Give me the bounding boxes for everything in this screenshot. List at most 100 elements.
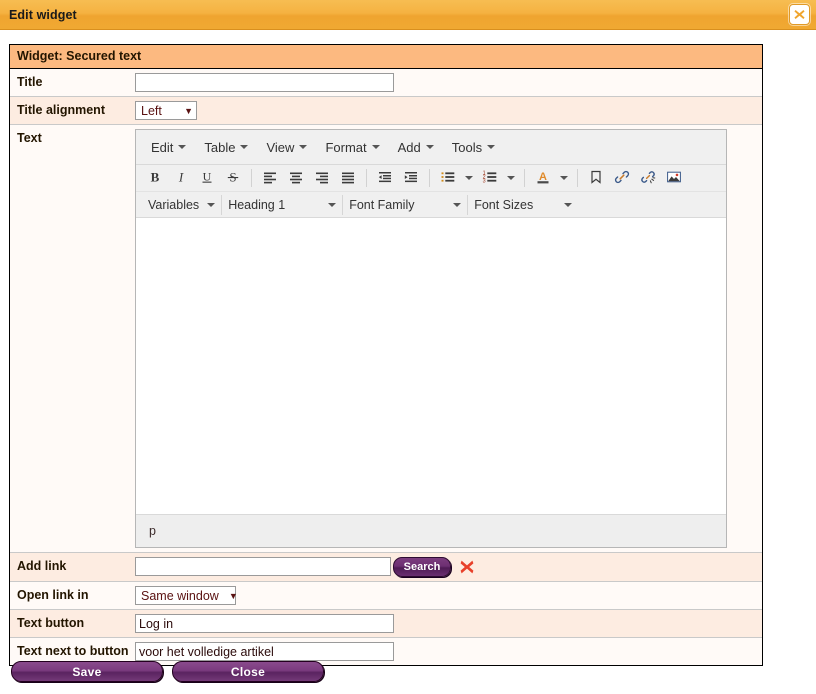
align-right-button[interactable] xyxy=(309,167,335,189)
heading-listbox[interactable]: Heading 1 xyxy=(222,194,342,216)
row-text: Text Edit Table View Format Add Tools B … xyxy=(10,125,762,553)
title-input[interactable] xyxy=(135,73,394,92)
chevron-down-icon: ▼ xyxy=(228,590,238,601)
bold-icon: B xyxy=(147,169,163,188)
row-open-link-in: Open link in Same window ▼ xyxy=(10,582,762,610)
chevron-down-icon xyxy=(371,145,380,149)
open-link-in-value: Same window xyxy=(141,588,219,603)
strikethrough-icon: S xyxy=(225,169,241,188)
align-right-icon xyxy=(314,169,330,188)
menu-view[interactable]: View xyxy=(257,136,316,159)
text-color-button[interactable]: A xyxy=(530,167,556,189)
editor-toolbar-format: B I U S xyxy=(136,165,726,192)
title-alignment-select[interactable]: Left ▼ xyxy=(135,101,197,120)
chevron-down-icon xyxy=(465,176,473,180)
bookmark-icon xyxy=(588,169,604,188)
variables-listbox[interactable]: Variables xyxy=(142,194,221,216)
editor-content-area[interactable] xyxy=(136,218,726,515)
chevron-down-icon xyxy=(425,145,434,149)
label-open-link-in: Open link in xyxy=(17,588,89,602)
align-justify-button[interactable] xyxy=(335,167,361,189)
bullet-list-button[interactable] xyxy=(435,167,461,189)
outdent-button[interactable] xyxy=(372,167,398,189)
panel-header: Widget: Secured text xyxy=(10,45,762,69)
menu-table[interactable]: Table xyxy=(195,136,257,159)
menu-add-label: Add xyxy=(397,139,421,155)
chevron-down-icon xyxy=(328,202,337,207)
widget-form: Widget: Secured text Title Title alignme… xyxy=(9,44,763,666)
align-left-button[interactable] xyxy=(257,167,283,189)
svg-text:A: A xyxy=(539,171,547,183)
editor-statusbar: p xyxy=(136,515,726,547)
window-title: Edit widget xyxy=(9,7,77,22)
close-button[interactable] xyxy=(789,4,810,25)
menu-format[interactable]: Format xyxy=(316,136,388,159)
toolbar-separator xyxy=(524,169,525,187)
menu-tools[interactable]: Tools xyxy=(443,136,504,159)
delete-icon[interactable] xyxy=(459,559,475,575)
italic-button[interactable]: I xyxy=(168,167,194,189)
toolbar-separator xyxy=(577,169,578,187)
toolbar-separator xyxy=(429,169,430,187)
chevron-down-icon xyxy=(564,202,573,207)
save-button[interactable]: Save xyxy=(11,661,163,682)
bullet-list-dropdown[interactable] xyxy=(461,167,477,189)
close-dialog-button[interactable]: Close xyxy=(172,661,324,682)
save-button-label: Save xyxy=(72,664,102,679)
svg-text:3: 3 xyxy=(483,178,486,184)
image-button[interactable] xyxy=(661,167,687,189)
menu-format-label: Format xyxy=(325,139,367,155)
font-sizes-label: Font Sizes xyxy=(474,197,534,212)
menu-add[interactable]: Add xyxy=(389,136,443,159)
unlink-icon xyxy=(640,169,656,188)
bookmark-button[interactable] xyxy=(583,167,609,189)
link-icon xyxy=(614,169,630,188)
row-text-button: Text button xyxy=(10,610,762,638)
menu-table-label: Table xyxy=(204,139,236,155)
strikethrough-button[interactable]: S xyxy=(220,167,246,189)
indent-button[interactable] xyxy=(398,167,424,189)
underline-button[interactable]: U xyxy=(194,167,220,189)
label-text: Text xyxy=(17,131,42,145)
italic-icon: I xyxy=(173,169,189,188)
indent-icon xyxy=(403,169,419,188)
text-color-dropdown[interactable] xyxy=(556,167,572,189)
variables-label: Variables xyxy=(148,197,200,212)
link-button[interactable] xyxy=(609,167,635,189)
numbered-list-dropdown[interactable] xyxy=(503,167,519,189)
align-center-icon xyxy=(288,169,304,188)
menu-tools-label: Tools xyxy=(451,139,483,155)
open-link-in-select[interactable]: Same window ▼ xyxy=(135,586,238,605)
chevron-down-icon xyxy=(299,145,308,149)
editor-menubar: Edit Table View Format Add Tools xyxy=(136,130,726,165)
title-alignment-value: Left xyxy=(141,103,162,118)
font-family-listbox[interactable]: Font Family xyxy=(343,194,467,216)
align-center-button[interactable] xyxy=(283,167,309,189)
font-family-label: Font Family xyxy=(349,197,415,212)
text-button-input[interactable] xyxy=(135,614,394,633)
text-next-to-button-input[interactable] xyxy=(135,642,394,661)
window-titlebar: Edit widget xyxy=(0,0,816,30)
bullet-list-icon xyxy=(440,169,456,188)
search-button-label: Search xyxy=(403,561,441,573)
font-sizes-listbox[interactable]: Font Sizes xyxy=(468,194,578,216)
element-path[interactable]: p xyxy=(149,524,156,538)
label-add-link: Add link xyxy=(17,559,67,573)
row-add-link: Add link Search xyxy=(10,553,762,582)
unlink-button[interactable] xyxy=(635,167,661,189)
menu-edit[interactable]: Edit xyxy=(142,136,195,159)
toolbar-separator xyxy=(251,169,252,187)
chevron-down-icon xyxy=(178,145,187,149)
toolbar-separator xyxy=(366,169,367,187)
bold-button[interactable]: B xyxy=(142,167,168,189)
editor-toolbar-styles: Variables Heading 1 Font Family Font Siz… xyxy=(136,192,726,218)
rich-text-editor: Edit Table View Format Add Tools B I U 1… xyxy=(135,129,727,548)
action-button-bar: Save Close xyxy=(11,661,324,682)
label-text-button: Text button xyxy=(17,616,85,630)
numbered-list-button[interactable]: 1 2 3 xyxy=(477,167,503,189)
chevron-down-icon xyxy=(240,145,249,149)
heading-label: Heading 1 xyxy=(228,197,286,212)
svg-text:I: I xyxy=(178,169,184,184)
add-link-input[interactable] xyxy=(135,557,391,576)
search-button[interactable]: Search xyxy=(393,557,451,577)
